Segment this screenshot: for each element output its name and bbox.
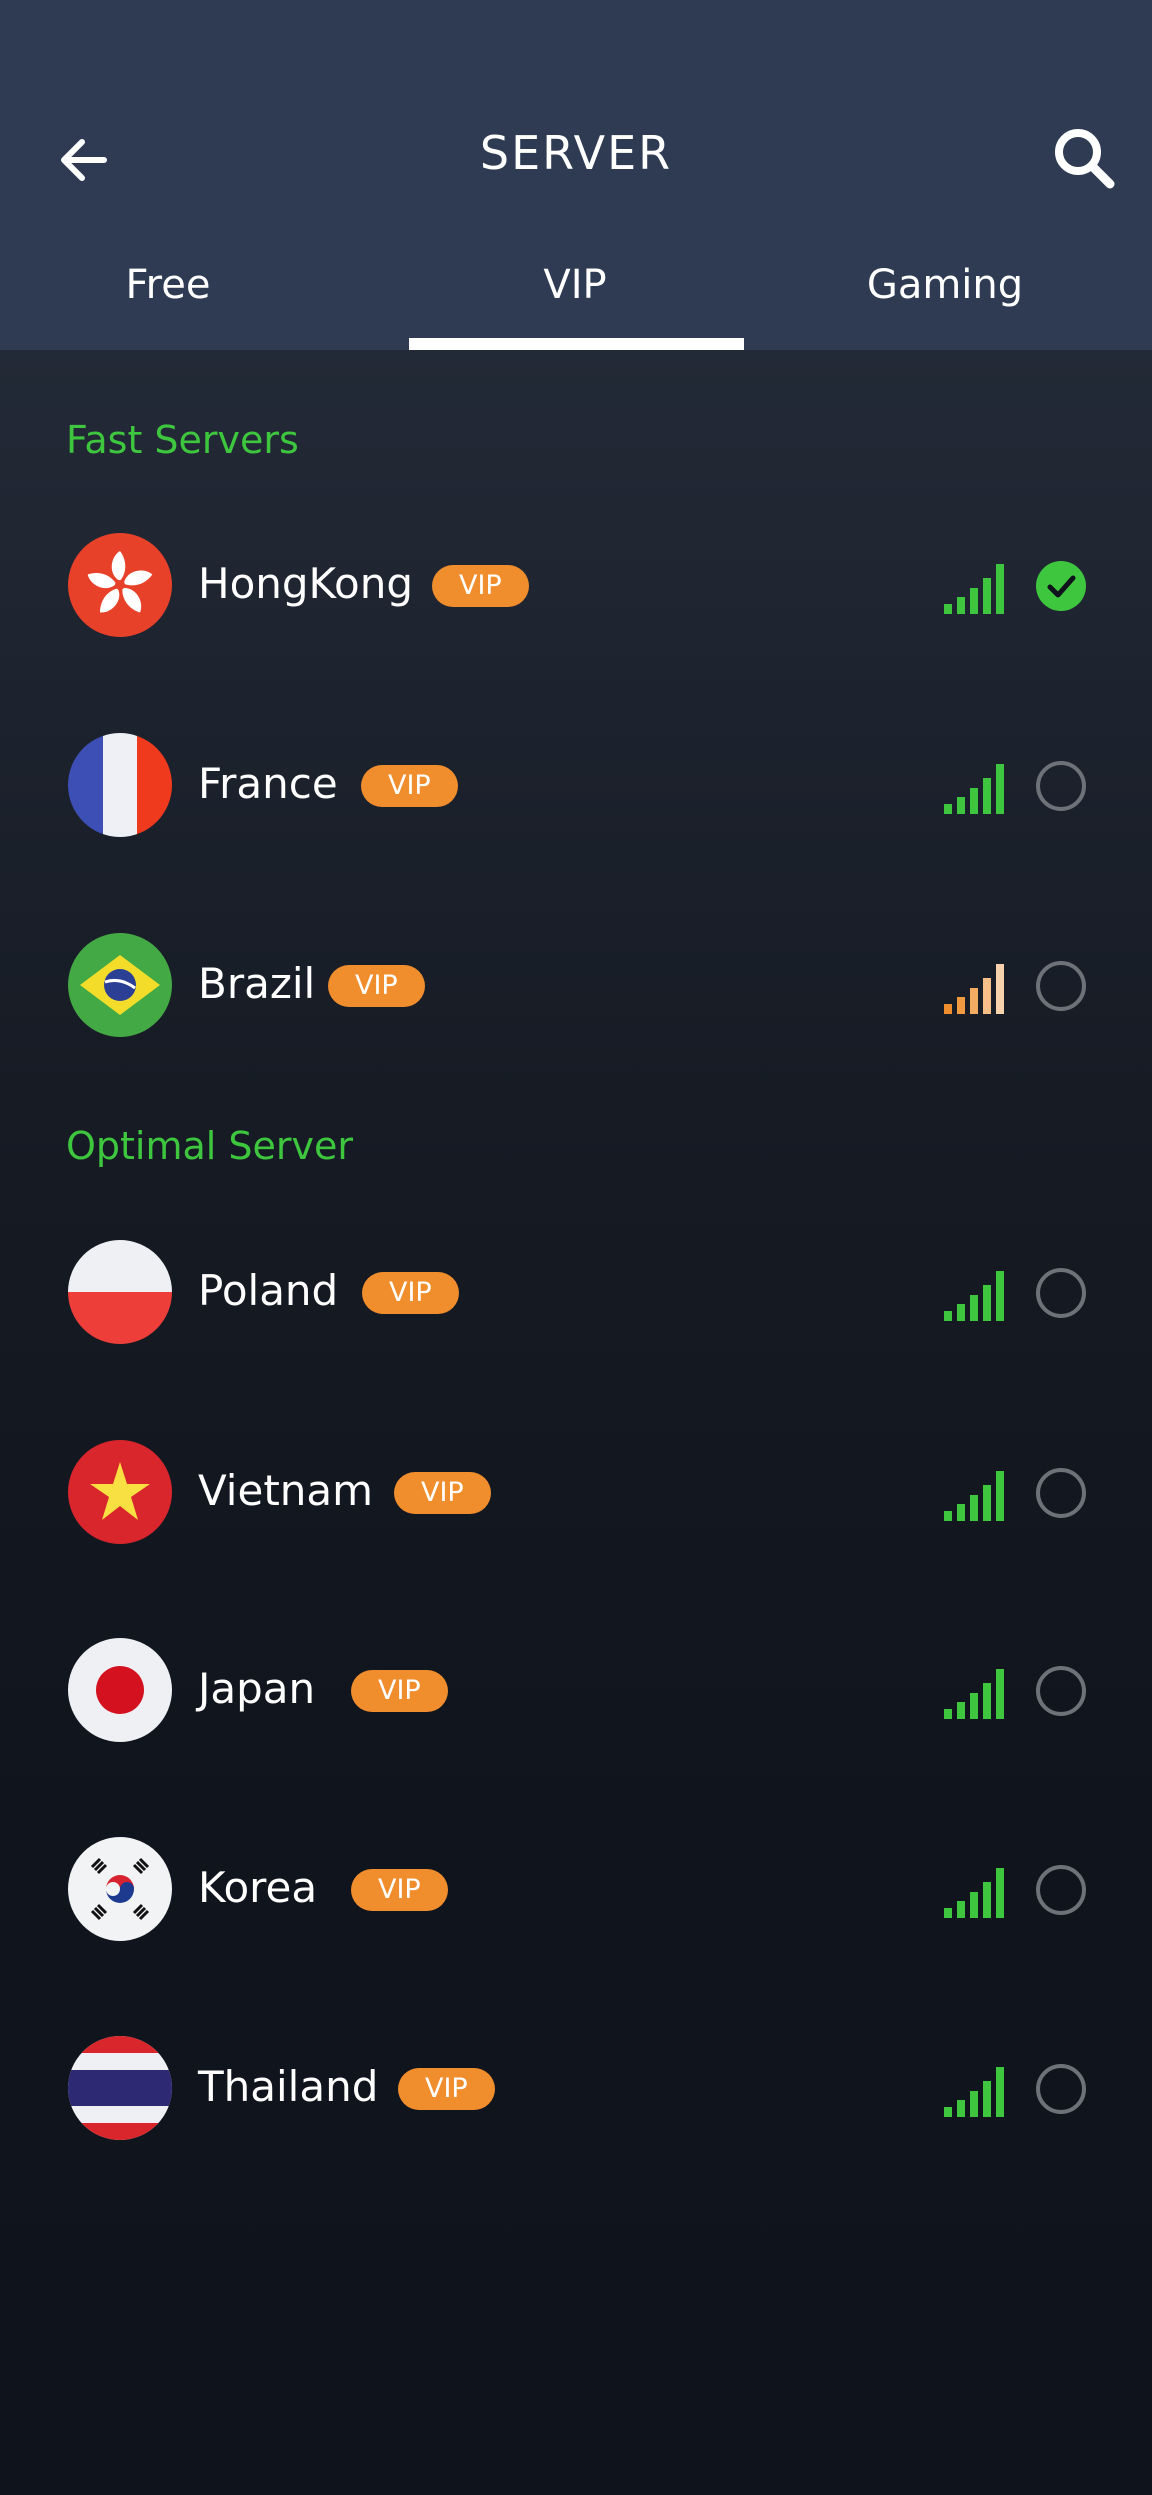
search-icon[interactable] (1050, 124, 1118, 192)
vip-badge: VIP (432, 565, 529, 607)
header: SERVER Free VIP Gaming (0, 0, 1152, 350)
vietnam-flag-icon (68, 1440, 172, 1544)
server-name: Japan (198, 1664, 316, 1713)
vip-badge: VIP (351, 1670, 448, 1712)
server-name: Poland (198, 1266, 339, 1315)
server-row-thailand[interactable]: Thailand VIP (0, 2034, 1152, 2144)
page-title: SERVER (479, 126, 673, 180)
radio-button[interactable] (1036, 1268, 1086, 1318)
server-row-japan[interactable]: Japan VIP (0, 1636, 1152, 1746)
server-row-poland[interactable]: Poland VIP (0, 1238, 1152, 1348)
radio-button[interactable] (1036, 1468, 1086, 1518)
signal-strength-icon (944, 1866, 1008, 1918)
thailand-flag-icon (68, 2036, 172, 2140)
radio-button[interactable] (1036, 2064, 1086, 2114)
hongkong-flag-icon (68, 533, 172, 637)
japan-flag-icon (68, 1638, 172, 1742)
signal-strength-icon (944, 562, 1008, 614)
france-flag-icon (68, 733, 172, 837)
server-list (0, 350, 1152, 2495)
radio-button[interactable] (1036, 761, 1086, 811)
signal-strength-icon (944, 962, 1008, 1014)
server-row-korea[interactable]: Korea VIP (0, 1835, 1152, 1945)
server-row-france[interactable]: France VIP (0, 731, 1152, 841)
vip-badge: VIP (398, 2068, 495, 2110)
signal-strength-icon (944, 762, 1008, 814)
server-name: Brazil (198, 959, 316, 1008)
signal-strength-icon (944, 1667, 1008, 1719)
vip-badge: VIP (394, 1472, 491, 1514)
active-tab-indicator (409, 338, 744, 350)
korea-flag-icon (68, 1837, 172, 1941)
signal-strength-icon (944, 2065, 1008, 2117)
server-name: France (198, 759, 338, 808)
poland-flag-icon (68, 1240, 172, 1344)
signal-strength-icon (944, 1269, 1008, 1321)
vip-badge: VIP (362, 1272, 459, 1314)
radio-button[interactable] (1036, 961, 1086, 1011)
vip-badge: VIP (361, 765, 458, 807)
server-name: Thailand (198, 2062, 379, 2111)
server-name: Korea (198, 1863, 318, 1912)
tab-vip[interactable]: VIP (410, 262, 740, 308)
server-row-brazil[interactable]: Brazil VIP (0, 931, 1152, 1041)
server-row-vietnam[interactable]: Vietnam VIP (0, 1438, 1152, 1548)
vip-badge: VIP (328, 965, 425, 1007)
tab-free[interactable]: Free (3, 262, 333, 308)
section-title-fast-servers: Fast Servers (66, 418, 299, 462)
vip-badge: VIP (351, 1869, 448, 1911)
radio-button[interactable] (1036, 1865, 1086, 1915)
selected-check-icon[interactable] (1036, 561, 1086, 611)
section-title-optimal-server: Optimal Server (66, 1124, 354, 1168)
signal-strength-icon (944, 1469, 1008, 1521)
radio-button[interactable] (1036, 1666, 1086, 1716)
tab-gaming[interactable]: Gaming (780, 262, 1110, 308)
server-row-hongkong[interactable]: HongKong VIP (0, 531, 1152, 641)
server-name: Vietnam (198, 1466, 374, 1515)
server-name: HongKong (198, 559, 413, 608)
brazil-flag-icon (68, 933, 172, 1037)
